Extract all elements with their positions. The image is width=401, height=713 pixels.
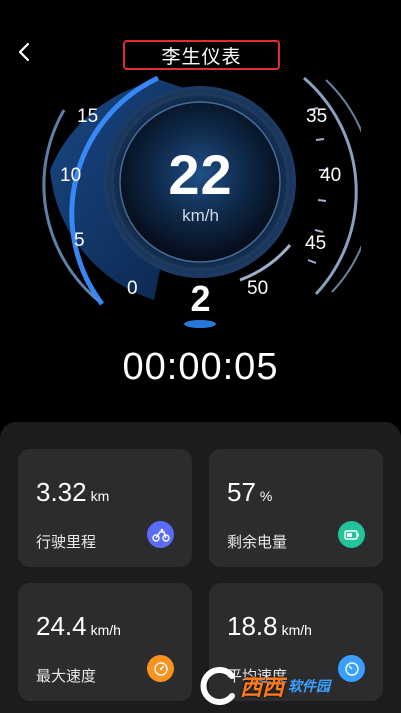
- chevron-left-icon: [18, 42, 30, 62]
- distance-card[interactable]: 3.32 km 行驶里程: [18, 449, 192, 567]
- watermark-logo: 西西 软件园: [196, 658, 401, 713]
- current-speed: 22: [168, 143, 233, 206]
- page-title: 李生仪表: [123, 40, 280, 70]
- battery-value: 57: [227, 477, 256, 507]
- max-speed-label: 最大速度: [36, 668, 97, 685]
- battery-unit: %: [259, 488, 273, 504]
- back-button[interactable]: [12, 38, 36, 66]
- gear-indicator: 2: [190, 278, 211, 319]
- distance-value: 3.32: [36, 477, 87, 507]
- max-speed-value: 24.4: [36, 611, 87, 641]
- tick-label-15: 15: [77, 106, 99, 127]
- tick-label-35: 35: [306, 106, 328, 127]
- watermark-text: 西西: [240, 674, 285, 700]
- watermark-c-icon: [200, 666, 235, 705]
- battery-label: 剩余电量: [227, 534, 288, 551]
- distance-unit: km: [90, 488, 110, 504]
- ride-timer: 00:00:05: [122, 346, 279, 388]
- max-speed-unit: km/h: [90, 622, 121, 638]
- max-speed-card[interactable]: 24.4 km/h 最大速度: [18, 583, 192, 701]
- watermark-sub: 软件园: [288, 677, 331, 694]
- speed-gauge: 0 5 10 15 35 40 45 50 22 km/h 2: [40, 70, 361, 340]
- battery-icon: [338, 521, 365, 548]
- tick-label-45: 45: [305, 233, 327, 254]
- avg-speed-unit: km/h: [281, 622, 312, 638]
- bicycle-icon: [147, 521, 174, 548]
- distance-label: 行驶里程: [36, 534, 97, 551]
- tick-label-5: 5: [74, 230, 85, 251]
- avg-speed-value: 18.8: [227, 611, 278, 641]
- battery-card[interactable]: 57% 剩余电量: [209, 449, 383, 567]
- speed-unit: km/h: [182, 206, 219, 225]
- speedometer-icon: [147, 655, 174, 682]
